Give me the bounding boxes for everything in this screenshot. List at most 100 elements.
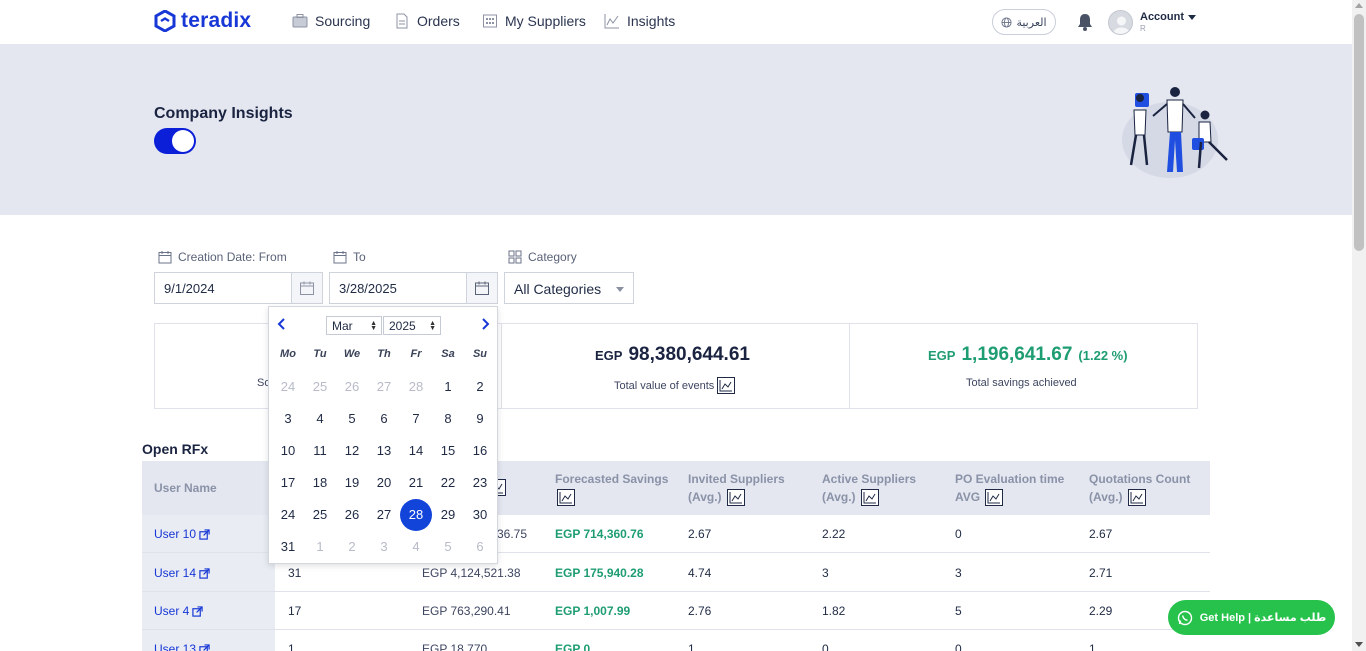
calendar-day[interactable]: 26 bbox=[336, 500, 368, 530]
to-date-input[interactable]: 3/28/2025 bbox=[329, 272, 467, 304]
calendar-day[interactable]: 2 bbox=[336, 532, 368, 562]
scroll-thumb[interactable] bbox=[1354, 14, 1364, 251]
user-link[interactable]: User 14 bbox=[154, 566, 210, 580]
calendar-day[interactable]: 25 bbox=[304, 500, 336, 530]
nav-my-suppliers[interactable]: My Suppliers bbox=[482, 13, 586, 29]
account-menu[interactable]: Account bbox=[1140, 11, 1184, 23]
calendar-day[interactable]: 28 bbox=[400, 372, 432, 402]
total-value-currency: EGP bbox=[595, 348, 623, 363]
avatar[interactable] bbox=[1108, 10, 1133, 35]
po-evaluation: 0 bbox=[955, 527, 962, 541]
calendar-day[interactable]: 17 bbox=[272, 468, 304, 498]
po-evaluation: 5 bbox=[955, 604, 962, 618]
calendar-day[interactable]: 1 bbox=[432, 372, 464, 402]
toggle-knob bbox=[172, 130, 194, 152]
calendar-day[interactable]: 21 bbox=[400, 468, 432, 498]
insights-toggle[interactable] bbox=[154, 128, 196, 154]
forecasted-savings: EGP 1,007.99 bbox=[555, 604, 631, 618]
calendar-day[interactable]: 30 bbox=[464, 500, 496, 530]
chart-toggle-icon[interactable] bbox=[726, 489, 745, 507]
calendar-day[interactable]: 11 bbox=[304, 436, 336, 466]
calendar-day[interactable]: 9 bbox=[464, 404, 496, 434]
po-evaluation: 3 bbox=[955, 566, 962, 580]
calendar-day[interactable]: 7 bbox=[400, 404, 432, 434]
chart-toggle-icon[interactable] bbox=[1127, 489, 1146, 507]
calendar-day[interactable]: 16 bbox=[464, 436, 496, 466]
user-name: User 10 bbox=[154, 527, 197, 541]
calendar-day-selected[interactable]: 28 bbox=[400, 499, 432, 531]
rfx-count: 1 bbox=[288, 642, 295, 651]
calendar-day[interactable]: 5 bbox=[432, 532, 464, 562]
external-link-icon bbox=[199, 643, 210, 651]
calendar-day[interactable]: 26 bbox=[336, 372, 368, 402]
calendar-day[interactable]: 4 bbox=[400, 532, 432, 562]
savings-currency: EGP bbox=[928, 348, 956, 363]
from-date-picker-button[interactable] bbox=[291, 272, 323, 304]
nav-orders[interactable]: Orders bbox=[394, 13, 460, 29]
from-date-input[interactable]: 9/1/2024 bbox=[154, 272, 292, 304]
chevron-down-icon[interactable] bbox=[1188, 15, 1196, 20]
weekday-label: Th bbox=[377, 348, 391, 360]
calendar-day[interactable]: 13 bbox=[368, 436, 400, 466]
calendar-day[interactable]: 31 bbox=[272, 532, 304, 562]
total-value-stat: EGP 98,380,644.61 bbox=[595, 344, 750, 366]
calendar-day[interactable]: 14 bbox=[400, 436, 432, 466]
calendar-day[interactable]: 8 bbox=[432, 404, 464, 434]
chart-toggle-icon[interactable] bbox=[717, 377, 736, 394]
savings-stat: EGP 1,196,641.67 (1.22 %) bbox=[928, 344, 1128, 366]
calendar-day[interactable]: 27 bbox=[368, 372, 400, 402]
calendar-day[interactable]: 20 bbox=[368, 468, 400, 498]
open-rfx-title: Open RFx bbox=[142, 441, 209, 457]
get-help-button[interactable]: Get Help | طلب مساعدة bbox=[1168, 600, 1335, 635]
calendar-day[interactable]: 3 bbox=[272, 404, 304, 434]
to-date-picker-button[interactable] bbox=[466, 272, 498, 304]
chevron-down-icon bbox=[616, 287, 624, 292]
chart-toggle-icon[interactable] bbox=[860, 489, 879, 507]
calendar-day[interactable]: 19 bbox=[336, 468, 368, 498]
calendar-day[interactable]: 22 bbox=[432, 468, 464, 498]
stat-divider bbox=[501, 324, 502, 408]
rfx-value: EGP 763,290.41 bbox=[422, 604, 511, 618]
th-po-evaluation: PO Evaluation time AVG bbox=[955, 470, 1065, 507]
quotations-count: 2.29 bbox=[1089, 604, 1113, 618]
calendar-day[interactable]: 6 bbox=[368, 404, 400, 434]
th-quotes-text: Quotations Count bbox=[1089, 472, 1191, 486]
language-switch-button[interactable]: العربية bbox=[992, 9, 1056, 35]
th-po-text: PO Evaluation time bbox=[955, 472, 1065, 486]
calendar-day[interactable]: 23 bbox=[464, 468, 496, 498]
scroll-up-arrow-icon[interactable] bbox=[1355, 3, 1363, 8]
chart-toggle-icon[interactable] bbox=[557, 489, 575, 507]
scroll-down-arrow-icon[interactable] bbox=[1355, 642, 1363, 647]
user-link[interactable]: User 10 bbox=[154, 527, 210, 541]
category-select[interactable]: All Categories bbox=[504, 272, 634, 304]
calendar-day[interactable]: 24 bbox=[272, 372, 304, 402]
th-quotes-sub: (Avg.) bbox=[1089, 490, 1123, 504]
user-link[interactable]: User 4 bbox=[154, 604, 204, 618]
calendar-day[interactable]: 5 bbox=[336, 404, 368, 434]
user-link[interactable]: User 13 bbox=[154, 642, 210, 651]
th-forecasted-savings: Forecasted Savings bbox=[555, 470, 668, 507]
calendar-day[interactable]: 4 bbox=[304, 404, 336, 434]
page-scrollbar[interactable] bbox=[1352, 0, 1366, 651]
calendar-day[interactable]: 15 bbox=[432, 436, 464, 466]
calendar-day[interactable]: 27 bbox=[368, 500, 400, 530]
account-initial: R bbox=[1140, 24, 1146, 33]
brand-logo[interactable]: teradix bbox=[154, 9, 251, 33]
calendar-day[interactable]: 2 bbox=[464, 372, 496, 402]
calendar-day[interactable]: 18 bbox=[304, 468, 336, 498]
calendar-day[interactable]: 3 bbox=[368, 532, 400, 562]
calendar-day[interactable]: 29 bbox=[432, 500, 464, 530]
calendar-day[interactable]: 10 bbox=[272, 436, 304, 466]
nav-sourcing[interactable]: Sourcing bbox=[292, 13, 370, 29]
rfx-count: 31 bbox=[288, 566, 302, 580]
invited-suppliers: 1 bbox=[688, 642, 695, 651]
bell-icon[interactable] bbox=[1075, 12, 1095, 32]
weekday-label: Su bbox=[472, 348, 488, 360]
calendar-day[interactable]: 12 bbox=[336, 436, 368, 466]
calendar-day[interactable]: 24 bbox=[272, 500, 304, 530]
calendar-day[interactable]: 6 bbox=[464, 532, 496, 562]
chart-toggle-icon[interactable] bbox=[985, 489, 1004, 507]
calendar-day[interactable]: 25 bbox=[304, 372, 336, 402]
calendar-day[interactable]: 1 bbox=[304, 532, 336, 562]
nav-insights[interactable]: Insights bbox=[604, 13, 675, 29]
